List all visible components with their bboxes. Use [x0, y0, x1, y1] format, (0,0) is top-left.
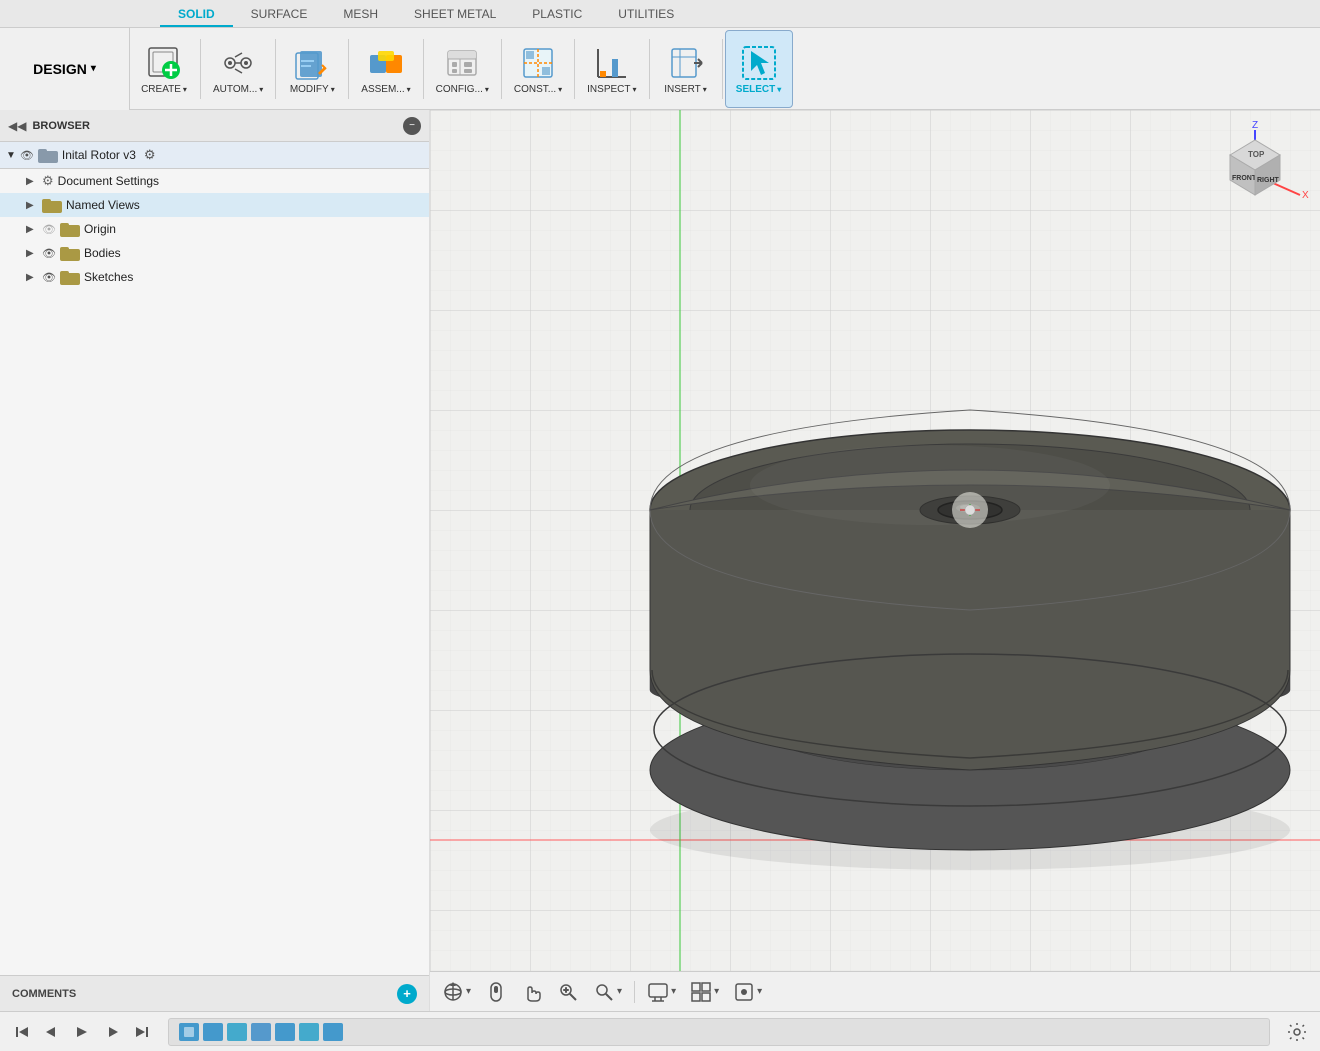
grid-icon[interactable]: ▾ [686, 978, 723, 1006]
arrow-sketches: ▶ [26, 272, 38, 283]
insert-label: INSERT▾ [664, 84, 707, 95]
comments-bar: COMMENTS + [0, 975, 429, 1011]
automate-label: AUTOM...▾ [213, 84, 263, 95]
zoom-icon[interactable]: ▾ [589, 978, 626, 1006]
sidebar: ◀◀ BROWSER − ▼ 👁 Inital Rotor v3 ⚙ [0, 110, 430, 1011]
named-views-label: Named Views [66, 198, 140, 212]
assemble-label: ASSEM...▾ [361, 84, 410, 95]
gear-icon-doc-settings: ⚙ [42, 173, 54, 189]
zoom-box-icon[interactable] [553, 978, 583, 1006]
tab-mesh[interactable]: MESH [325, 3, 396, 25]
design-label: DESIGN [33, 61, 87, 77]
automate-icon [217, 42, 259, 84]
eye-icon-bodies[interactable]: 👁 [42, 247, 56, 260]
design-button[interactable]: DESIGN ▾ [0, 28, 130, 110]
play-prev-btn[interactable] [40, 1020, 64, 1044]
pan-icon[interactable] [481, 978, 511, 1006]
construct-label: CONST...▾ [514, 84, 562, 95]
doc-folder-icon [38, 147, 58, 163]
tree-item-named-views[interactable]: ▶ Named Views [0, 193, 429, 217]
modify-icon [291, 42, 333, 84]
play-next-btn[interactable] [100, 1020, 124, 1044]
sketches-label: Sketches [84, 270, 133, 284]
tree-item-doc-settings[interactable]: ▶ ⚙ Document Settings [0, 169, 429, 193]
create-label: CREATE▾ [141, 84, 187, 95]
arrow-bodies: ▶ [26, 248, 38, 259]
inspect-icon [591, 42, 633, 84]
add-comment-btn[interactable]: + [397, 984, 417, 1004]
tab-plastic[interactable]: PLASTIC [514, 3, 600, 25]
configure-tool[interactable]: CONFIG...▾ [426, 30, 499, 108]
select-label: SELECT▾ [736, 84, 781, 95]
create-tool[interactable]: CREATE▾ [130, 30, 198, 108]
automate-tool[interactable]: AUTOM...▾ [203, 30, 273, 108]
inspect-tool[interactable]: INSPECT▾ [577, 30, 646, 108]
arrow-origin: ▶ [26, 224, 38, 235]
select-tool[interactable]: SELECT▾ [725, 30, 793, 108]
viewport[interactable]: Z X TOP FRONT RIGHT [430, 110, 1320, 1011]
nav-cube[interactable]: Z X TOP FRONT RIGHT [1200, 120, 1310, 230]
orbit-icon[interactable]: ▾ [438, 978, 475, 1006]
bodies-label: Bodies [84, 246, 121, 260]
assemble-icon [365, 42, 407, 84]
svg-text:FRONT: FRONT [1232, 175, 1257, 182]
arrow-doc-settings: ▶ [26, 176, 38, 187]
assemble-tool[interactable]: ASSEM...▾ [351, 30, 420, 108]
display-mode-icon[interactable]: ▾ [643, 978, 680, 1006]
eye-icon-sketches[interactable]: 👁 [42, 271, 56, 284]
modify-tool[interactable]: MODIFY▾ [278, 30, 346, 108]
tab-sheet-metal[interactable]: SHEET METAL [396, 3, 514, 25]
tree-item-bodies[interactable]: ▶ 👁 Bodies [0, 241, 429, 265]
doc-settings-icon[interactable]: ⚙ [144, 147, 156, 163]
browser-title: BROWSER [32, 120, 397, 132]
inspect-label: INSPECT▾ [587, 84, 636, 95]
doc-settings-label: Document Settings [58, 174, 159, 188]
snap-icon[interactable]: ▾ [729, 978, 766, 1006]
play-last-btn[interactable] [130, 1020, 154, 1044]
svg-text:RIGHT: RIGHT [1257, 177, 1280, 184]
doc-collapse-arrow[interactable]: ▼ [6, 150, 16, 161]
hand-icon[interactable] [517, 978, 547, 1006]
document-title-row[interactable]: ▼ 👁 Inital Rotor v3 ⚙ [0, 142, 429, 169]
viewport-bottom-toolbar: ▾ [430, 971, 1320, 1011]
select-icon [738, 42, 780, 84]
modify-label: MODIFY▾ [290, 84, 335, 95]
timeline-track[interactable] [168, 1018, 1270, 1046]
folder-icon-origin [60, 221, 80, 237]
insert-icon [665, 42, 707, 84]
timeline-settings-icon[interactable] [1284, 1019, 1310, 1045]
arrow-named-views: ▶ [26, 200, 38, 211]
create-icon [143, 42, 185, 84]
tab-solid[interactable]: SOLID [160, 3, 233, 27]
configure-icon [441, 42, 483, 84]
play-btn[interactable] [70, 1020, 94, 1044]
browser-close-btn[interactable]: − [403, 117, 421, 135]
folder-icon-named-views [42, 197, 62, 213]
folder-icon-sketches [60, 269, 80, 285]
browser-collapse-btn[interactable]: ◀◀ [8, 119, 26, 133]
comments-label: COMMENTS [12, 988, 389, 1000]
eye-icon-origin[interactable]: 👁 [42, 223, 56, 236]
playback-bar [0, 1011, 1320, 1051]
tree-item-sketches[interactable]: ▶ 👁 Sketches [0, 265, 429, 289]
configure-label: CONFIG...▾ [436, 84, 489, 95]
svg-text:Z: Z [1252, 120, 1258, 131]
rotor-3d [630, 310, 1310, 880]
tab-surface[interactable]: SURFACE [233, 3, 326, 25]
insert-tool[interactable]: INSERT▾ [652, 30, 720, 108]
origin-label: Origin [84, 222, 116, 236]
browser-header: ◀◀ BROWSER − [0, 110, 429, 142]
tab-utilities[interactable]: UTILITIES [600, 3, 692, 25]
document-name: Inital Rotor v3 [62, 148, 136, 162]
play-first-btn[interactable] [10, 1020, 34, 1044]
svg-text:TOP: TOP [1248, 150, 1265, 159]
folder-icon-bodies [60, 245, 80, 261]
svg-text:X: X [1302, 190, 1309, 201]
design-dropdown-arrow: ▾ [91, 63, 96, 74]
eye-icon-doc[interactable]: 👁 [20, 149, 34, 162]
browser-left-arrows: ◀◀ [8, 119, 26, 133]
tree-item-origin[interactable]: ▶ 👁 Origin [0, 217, 429, 241]
construct-tool[interactable]: CONST...▾ [504, 30, 572, 108]
construct-icon [517, 42, 559, 84]
